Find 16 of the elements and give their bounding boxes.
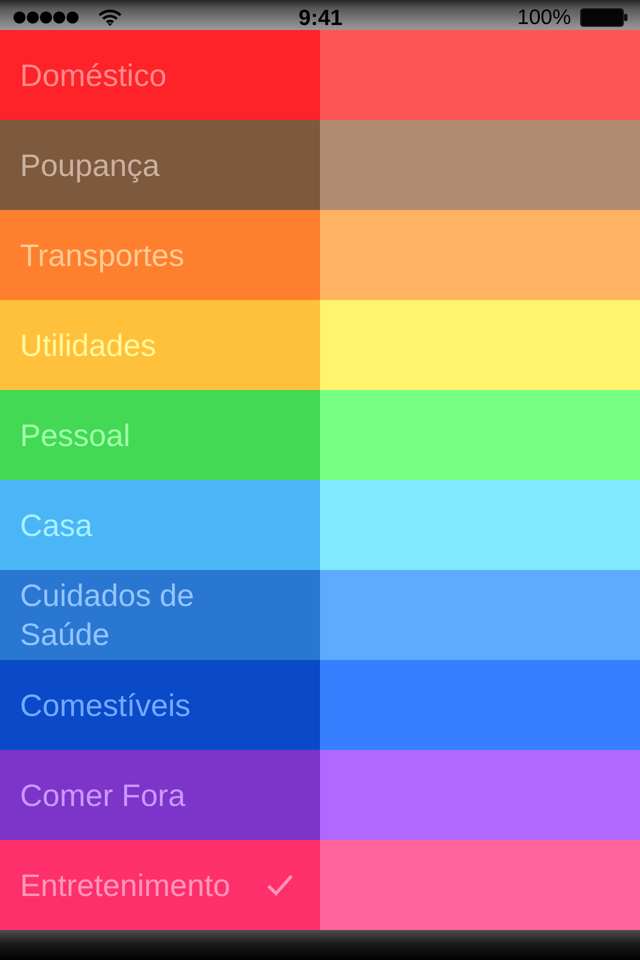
category-item[interactable]: Comer Fora bbox=[0, 750, 320, 840]
category-item[interactable]: Cuidados de Saúde bbox=[0, 570, 320, 660]
category-item[interactable]: Transportes bbox=[0, 210, 320, 300]
checkmark-icon bbox=[267, 874, 293, 896]
wifi-icon bbox=[98, 9, 122, 26]
category-item[interactable]: Comestíveis bbox=[0, 660, 320, 750]
signal-strength-icon bbox=[13, 11, 79, 24]
category-item[interactable]: Doméstico bbox=[0, 30, 320, 120]
category-item[interactable]: Casa bbox=[0, 480, 320, 570]
status-time: 9:41 bbox=[298, 4, 343, 30]
battery-percentage: 100% bbox=[517, 6, 571, 30]
category-item[interactable]: Entretenimento bbox=[0, 840, 320, 930]
category-item[interactable]: Pessoal bbox=[0, 390, 320, 480]
category-item[interactable]: Utilidades bbox=[0, 300, 320, 390]
category-item[interactable]: Poupança bbox=[0, 120, 320, 210]
battery-icon bbox=[580, 8, 628, 27]
